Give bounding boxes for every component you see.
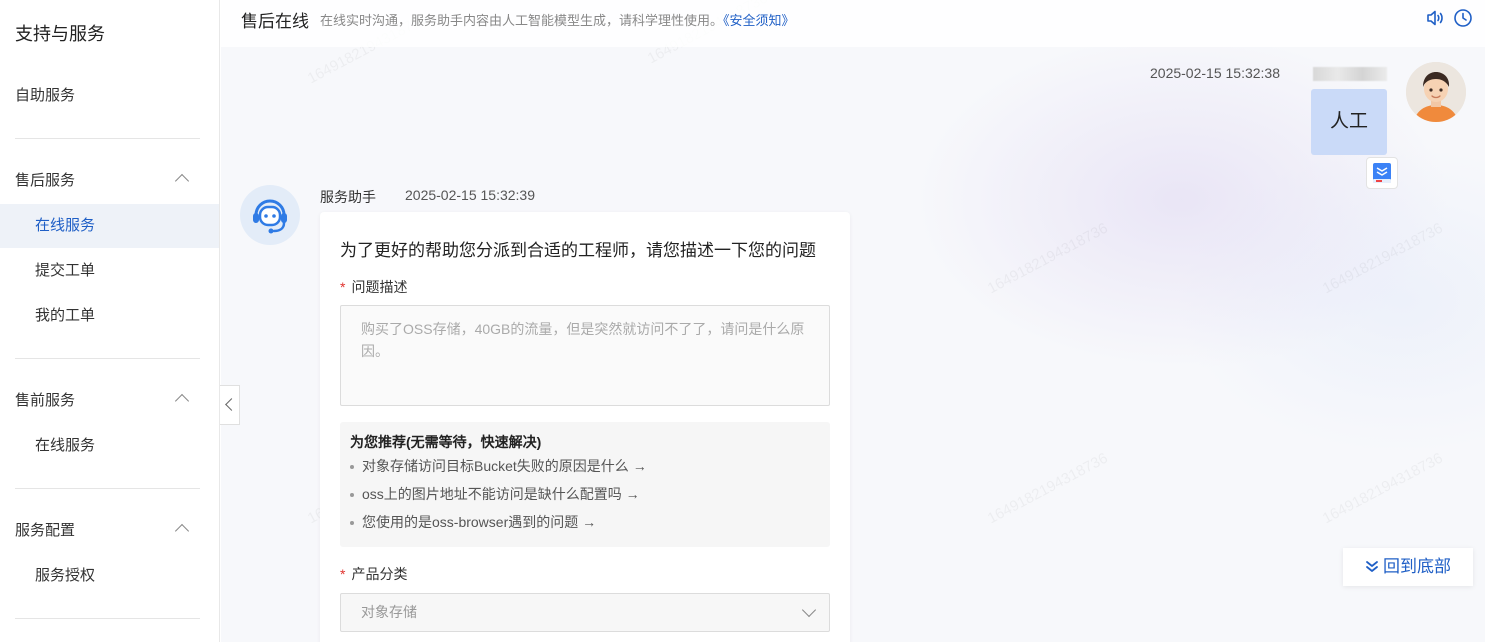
problem-description-label-text: 问题描述 [351, 279, 408, 295]
sidebar-group-label: 服务配置 [15, 522, 76, 539]
sidebar-divider [15, 358, 200, 359]
bullet [350, 465, 354, 469]
watermark: 1649182194318736 [985, 450, 1111, 528]
assistant-message-time: 2025-02-15 15:32:39 [405, 187, 535, 203]
chevron-down-icon [801, 602, 817, 618]
sidebar-divider [15, 618, 200, 619]
sidebar-group-pre-sales[interactable]: 售前服务 [0, 379, 219, 423]
header-notice-text: 在线实时沟通，服务助手内容由人工智能模型生成，请科学理性使用。 [320, 13, 724, 28]
page-title: 售后在线 [241, 12, 309, 31]
sidebar-item-online-service[interactable]: 在线服务 [0, 204, 219, 248]
sidebar-group-after-sales[interactable]: 售后服务 [0, 159, 219, 203]
problem-description-label: * 问题描述 [340, 277, 407, 297]
bullet [350, 521, 354, 525]
chevron-up-icon [174, 523, 190, 539]
product-category-value: 对象存储 [361, 604, 417, 620]
watermark: 1649182194318736 [985, 220, 1111, 298]
message-action-button[interactable] [1366, 157, 1398, 189]
sidebar-item-service-auth[interactable]: 服务授权 [0, 554, 219, 598]
chat-header: 售后在线 在线实时沟通，服务助手内容由人工智能模型生成，请科学理性使用。《安全须… [221, 0, 1485, 47]
form-title: 为了更好的帮助您分派到合适的工程师，请您描述一下您的问题 [340, 241, 816, 260]
sidebar-divider [15, 488, 200, 489]
sidebar-title: 支持与服务 [15, 24, 105, 44]
sidebar-divider [15, 138, 200, 139]
recommendation-title: 为您推荐(无需等待，快速解决) [350, 434, 542, 450]
chevron-up-icon [174, 393, 190, 409]
problem-description-input[interactable]: 购买了OSS存储，40GB的流量，但是突然就访问不了了，请问是什么原因。 [340, 305, 830, 406]
recommendation-link[interactable]: 您使用的是oss-browser遇到的问题 → [350, 508, 820, 536]
chevron-up-icon [174, 173, 190, 189]
recommendation-link-text: oss上的图片地址不能访问是缺什么配置吗 → [362, 486, 640, 502]
recommendation-box: 为您推荐(无需等待，快速解决) 对象存储访问目标Bucket失败的原因是什么 →… [340, 422, 830, 547]
back-to-bottom-button[interactable]: 回到底部 [1343, 548, 1473, 586]
recommendation-link-text: 对象存储访问目标Bucket失败的原因是什么 → [362, 458, 647, 474]
double-chevron-down-icon [1366, 561, 1378, 572]
safety-notice-link[interactable]: 《安全须知》 [723, 13, 795, 28]
recommendation-link-text: 您使用的是oss-browser遇到的问题 → [362, 514, 597, 530]
speaker-icon[interactable] [1425, 8, 1445, 28]
watermark: 1649182194318736 [1320, 220, 1446, 298]
assistant-name: 服务助手 [320, 189, 376, 205]
user-avatar [1406, 62, 1466, 122]
sidebar-item-presales-online-service[interactable]: 在线服务 [0, 424, 219, 468]
sidebar-group-config[interactable]: 服务配置 [0, 509, 219, 553]
sidebar-group-label: 售后服务 [15, 172, 76, 189]
recommendation-link[interactable]: 对象存储访问目标Bucket失败的原因是什么 → [350, 452, 820, 480]
back-to-bottom-label: 回到底部 [1383, 557, 1451, 576]
sidebar-item-my-tickets[interactable]: 我的工单 [0, 294, 219, 338]
watermark: 1649182194318736 [1320, 450, 1446, 528]
chat-area: 1649182194318736 1649182194318736 164918… [221, 0, 1485, 642]
required-mark: * [340, 279, 346, 295]
ticket-form-card: 为了更好的帮助您分派到合适的工程师，请您描述一下您的问题 * 问题描述 购买了OS… [320, 212, 850, 642]
knowledge-book-icon [1373, 163, 1391, 183]
assistant-avatar [240, 185, 300, 245]
header-notice: 在线实时沟通，服务助手内容由人工智能模型生成，请科学理性使用。《安全须知》 [320, 10, 795, 29]
product-category-select[interactable]: 对象存储 [340, 593, 830, 632]
history-clock-icon[interactable] [1453, 8, 1473, 28]
product-category-label-text: 产品分类 [351, 566, 408, 582]
sidebar: 支持与服务 自助服务 售后服务 在线服务 提交工单 我的工单 售前服务 在线服务… [0, 0, 220, 642]
sidebar-group-label: 售前服务 [15, 392, 76, 409]
sidebar-item-self-service[interactable]: 自助服务 [0, 74, 219, 118]
headset-robot-icon [253, 199, 287, 234]
bullet [350, 493, 354, 497]
user-name-redacted [1313, 67, 1387, 81]
required-mark: * [340, 566, 346, 582]
sidebar-item-submit-ticket[interactable]: 提交工单 [0, 249, 219, 293]
recommendation-link[interactable]: oss上的图片地址不能访问是缺什么配置吗 → [350, 480, 820, 508]
user-message-time: 2025-02-15 15:32:38 [1150, 65, 1280, 81]
chevron-left-icon [225, 398, 238, 411]
user-avatar-icon [1406, 62, 1466, 122]
user-message-bubble: 人工 [1311, 89, 1387, 155]
sidebar-collapse-handle[interactable] [220, 385, 240, 425]
product-category-label: * 产品分类 [340, 564, 407, 584]
